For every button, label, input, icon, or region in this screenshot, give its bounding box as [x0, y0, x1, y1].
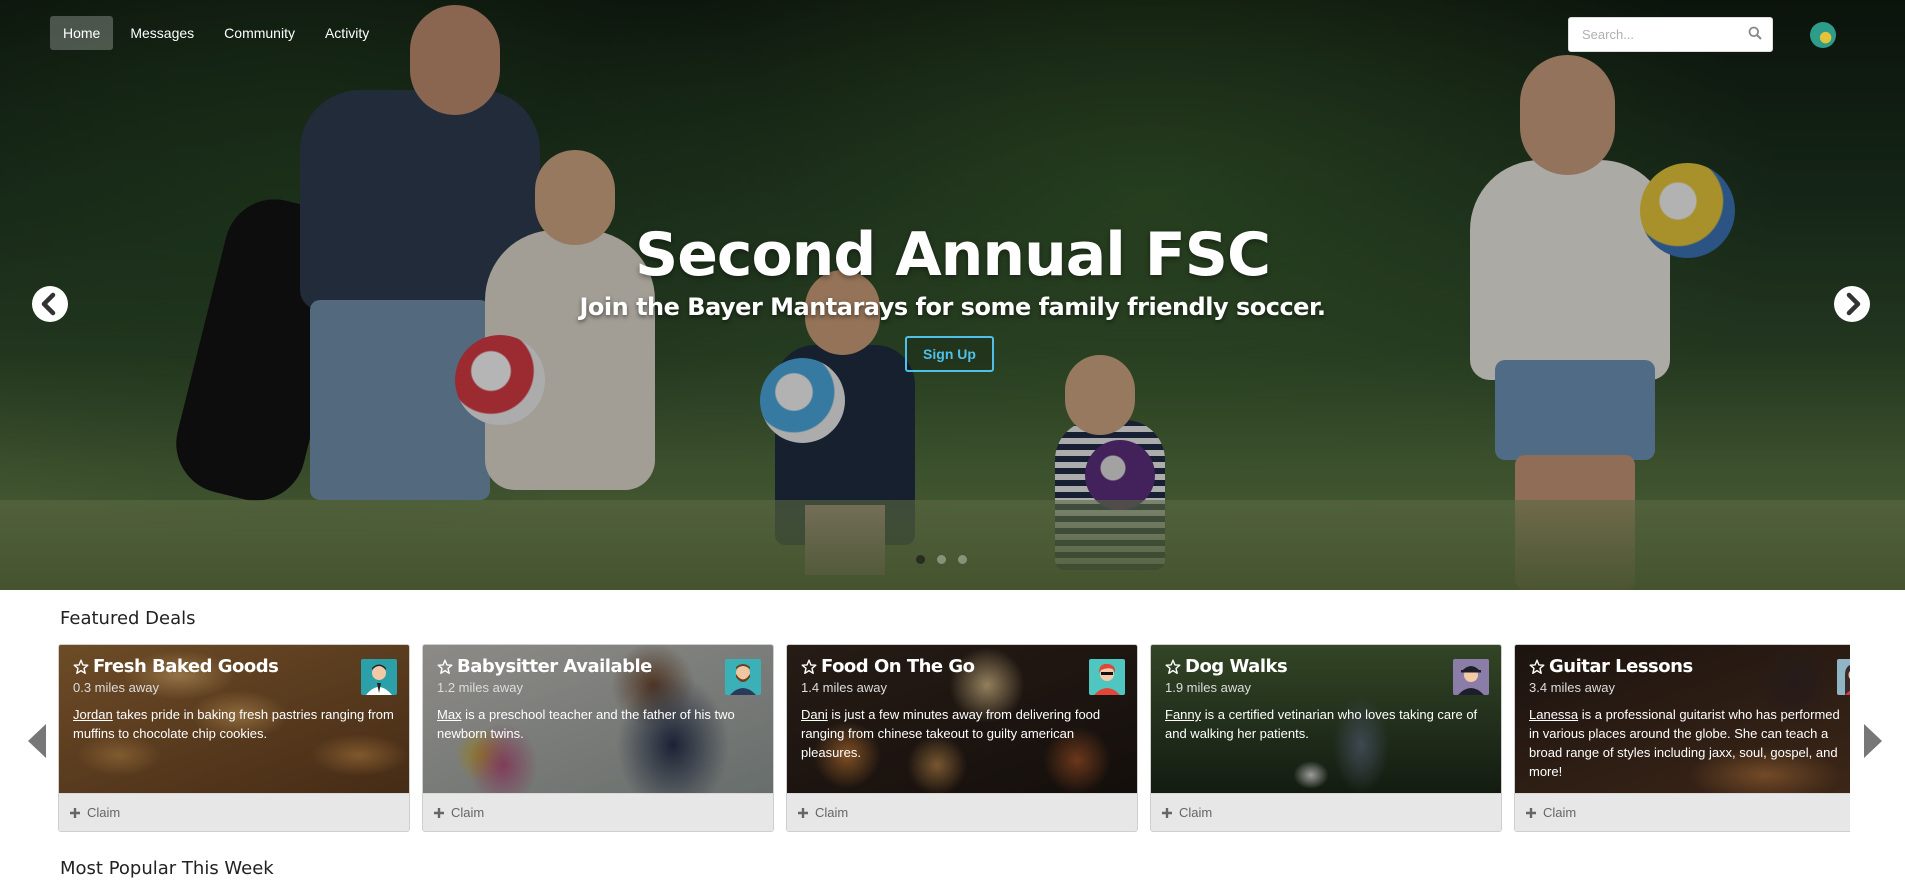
deal-card: Food On The Go 1.4 miles away Dani is ju… — [786, 644, 1138, 832]
deal-description-text: is a preschool teacher and the father of… — [437, 707, 735, 741]
claim-label: Claim — [815, 805, 849, 820]
carousel-dot[interactable] — [937, 555, 946, 564]
deal-card: Dog Walks 1.9 miles away Fanny is a cert… — [1150, 644, 1502, 832]
chevron-left-icon — [33, 287, 67, 321]
deal-description-text: is just a few minutes away from deliveri… — [801, 707, 1101, 760]
claim-label: Claim — [451, 805, 485, 820]
deal-description: Lanessa is a professional guitarist who … — [1529, 705, 1850, 781]
deal-provider-link[interactable]: Fanny — [1165, 707, 1201, 722]
nav-activity[interactable]: Activity — [312, 16, 382, 50]
deal-title[interactable]: Dog Walks — [1165, 656, 1288, 677]
deal-card: Babysitter Available 1.2 miles away Max … — [422, 644, 774, 832]
provider-avatar[interactable] — [1837, 659, 1850, 695]
carousel-dot[interactable] — [958, 555, 967, 564]
provider-avatar[interactable] — [725, 659, 761, 695]
most-popular-heading: Most Popular This Week — [60, 858, 274, 879]
deal-provider-link[interactable]: Dani — [801, 707, 828, 722]
claim-button[interactable]: Claim — [59, 793, 409, 831]
plus-icon — [434, 807, 444, 818]
avatar-bearded-man-icon — [725, 659, 761, 695]
deal-distance: 3.4 miles away — [1529, 680, 1615, 695]
claim-label: Claim — [1179, 805, 1213, 820]
sign-up-button[interactable]: Sign Up — [905, 336, 994, 372]
user-avatar[interactable] — [1810, 22, 1836, 48]
deal-provider-link[interactable]: Jordan — [73, 707, 113, 722]
deal-distance: 0.3 miles away — [73, 680, 159, 695]
carousel-dot[interactable] — [916, 555, 925, 564]
deal-title-text: Food On The Go — [821, 656, 975, 677]
hero-carousel: Home Messages Community Activity Second … — [0, 0, 1905, 590]
deal-distance: 1.2 miles away — [437, 680, 523, 695]
deal-distance: 1.9 miles away — [1165, 680, 1251, 695]
provider-avatar[interactable] — [361, 659, 397, 695]
deal-distance: 1.4 miles away — [801, 680, 887, 695]
deal-title[interactable]: Food On The Go — [801, 656, 975, 677]
deal-provider-link[interactable]: Max — [437, 707, 462, 722]
deal-title[interactable]: Babysitter Available — [437, 656, 652, 677]
deal-title-text: Fresh Baked Goods — [93, 656, 279, 677]
plus-icon — [70, 807, 80, 818]
star-icon[interactable] — [437, 659, 453, 675]
claim-label: Claim — [87, 805, 121, 820]
deals-next-arrow-icon[interactable] — [1862, 722, 1884, 760]
deal-card: Guitar Lessons 3.4 miles away Lanessa is… — [1514, 644, 1850, 832]
search-input[interactable] — [1569, 18, 1739, 51]
main-nav: Home Messages Community Activity — [50, 16, 382, 50]
deals-prev-arrow-icon[interactable] — [26, 722, 48, 760]
plus-icon — [798, 807, 808, 818]
claim-label: Claim — [1543, 805, 1577, 820]
carousel-prev-button[interactable] — [32, 286, 68, 322]
claim-button[interactable]: Claim — [1515, 793, 1850, 831]
provider-avatar[interactable] — [1453, 659, 1489, 695]
claim-button[interactable]: Claim — [1151, 793, 1501, 831]
deal-description: Fanny is a certified vetinarian who love… — [1165, 705, 1487, 743]
avatar-woman-hat-icon — [1453, 659, 1489, 695]
carousel-next-button[interactable] — [1834, 286, 1870, 322]
plus-icon — [1162, 807, 1172, 818]
carousel-indicators — [916, 555, 967, 564]
deal-description: Max is a preschool teacher and the fathe… — [437, 705, 759, 743]
star-icon[interactable] — [1165, 659, 1181, 675]
avatar-woman-icon — [1837, 659, 1850, 695]
deal-title-text: Guitar Lessons — [1549, 656, 1693, 677]
chevron-right-icon — [1835, 287, 1869, 321]
deal-title[interactable]: Fresh Baked Goods — [73, 656, 279, 677]
featured-deals-heading: Featured Deals — [60, 608, 196, 629]
deal-description-text: takes pride in baking fresh pastries ran… — [73, 707, 394, 741]
search-icon[interactable] — [1748, 26, 1762, 40]
featured-deals-carousel: Fresh Baked Goods 0.3 miles away Jordan … — [58, 644, 1850, 832]
nav-home[interactable]: Home — [50, 16, 114, 50]
deal-title-text: Dog Walks — [1185, 656, 1288, 677]
search-box — [1568, 17, 1773, 52]
star-icon[interactable] — [801, 659, 817, 675]
avatar-man-icon — [361, 659, 397, 695]
deal-provider-link[interactable]: Lanessa — [1529, 707, 1578, 722]
hero-title: Second Annual FSC — [634, 220, 1271, 290]
deal-title-text: Babysitter Available — [457, 656, 652, 677]
star-icon[interactable] — [1529, 659, 1545, 675]
deal-card: Fresh Baked Goods 0.3 miles away Jordan … — [58, 644, 410, 832]
avatar-woman-red-hair-icon — [1089, 659, 1125, 695]
star-icon[interactable] — [73, 659, 89, 675]
nav-messages[interactable]: Messages — [117, 16, 207, 50]
nav-community[interactable]: Community — [211, 16, 308, 50]
claim-button[interactable]: Claim — [787, 793, 1137, 831]
hero-subtitle: Join the Bayer Mantarays for some family… — [579, 293, 1327, 321]
provider-avatar[interactable] — [1089, 659, 1125, 695]
deal-description: Dani is just a few minutes away from del… — [801, 705, 1123, 762]
deal-title[interactable]: Guitar Lessons — [1529, 656, 1693, 677]
deal-description-text: is a certified vetinarian who loves taki… — [1165, 707, 1478, 741]
plus-icon — [1526, 807, 1536, 818]
deal-description: Jordan takes pride in baking fresh pastr… — [73, 705, 395, 743]
claim-button[interactable]: Claim — [423, 793, 773, 831]
